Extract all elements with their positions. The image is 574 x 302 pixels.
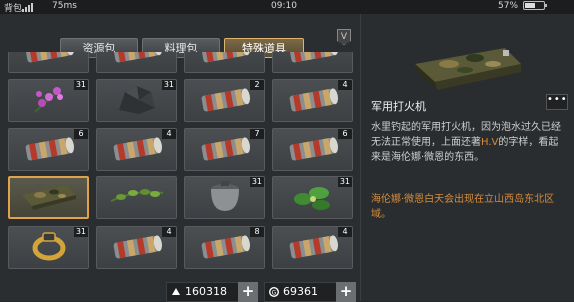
scroll-bundle-icon bbox=[198, 133, 252, 167]
status-bar: 背包 75ms 09:10 57% bbox=[0, 0, 574, 14]
app-name: 背包 bbox=[4, 4, 23, 14]
battery-icon bbox=[523, 1, 547, 10]
inventory-slot[interactable]: 2 bbox=[184, 79, 265, 122]
dark-ore-icon bbox=[115, 82, 159, 120]
inventory-slot[interactable]: 8 bbox=[184, 226, 265, 269]
item-name: 军用打火机 bbox=[371, 100, 426, 113]
item-count: 31 bbox=[337, 177, 352, 187]
team-value: 160318 bbox=[185, 285, 227, 298]
scroll-bundle-icon bbox=[286, 133, 340, 167]
item-count: 4 bbox=[162, 227, 176, 237]
military-lighter-icon bbox=[415, 48, 521, 90]
inventory-slot-selected[interactable] bbox=[8, 176, 89, 219]
inventory-slot[interactable]: 31 bbox=[272, 176, 353, 219]
add-team-resource-button[interactable]: + bbox=[238, 282, 258, 302]
team-icon bbox=[172, 288, 180, 295]
green-leaves-icon bbox=[291, 179, 335, 217]
signal-icon bbox=[22, 3, 36, 12]
item-count: 31 bbox=[73, 227, 88, 237]
scroll-bundle-icon bbox=[110, 133, 164, 167]
inventory-slot[interactable]: 4 bbox=[272, 79, 353, 122]
coin-value: 69361 bbox=[283, 285, 318, 298]
battery-percent: 57% bbox=[498, 1, 519, 11]
item-count: 31 bbox=[73, 80, 88, 90]
inventory-slot[interactable]: 6 bbox=[8, 128, 89, 171]
more-options-button[interactable]: ••• bbox=[546, 94, 568, 110]
svg-text:G: G bbox=[272, 289, 277, 296]
coin-resource: G 69361 + bbox=[264, 282, 356, 302]
inventory-slot[interactable]: 6 bbox=[272, 128, 353, 171]
inventory-slot[interactable] bbox=[8, 52, 89, 73]
item-count: 31 bbox=[161, 80, 176, 90]
item-count: 4 bbox=[338, 227, 352, 237]
inventory-slot[interactable] bbox=[96, 52, 177, 73]
pink-flower-icon bbox=[29, 82, 69, 120]
scroll-bundle-icon bbox=[22, 133, 76, 167]
filter-badge[interactable]: V bbox=[337, 29, 351, 45]
item-count: 4 bbox=[162, 129, 176, 139]
team-resource: 160318 + bbox=[166, 282, 258, 302]
scroll-bundle-icon bbox=[110, 231, 164, 265]
item-count: 6 bbox=[338, 129, 352, 139]
military-lighter-icon bbox=[20, 181, 78, 215]
inventory-slot[interactable]: 31 bbox=[8, 226, 89, 269]
desc-highlight: H.V bbox=[481, 137, 499, 148]
inventory-slot[interactable] bbox=[96, 176, 177, 219]
item-count: 4 bbox=[338, 80, 352, 90]
inventory-slot[interactable]: 31 bbox=[96, 79, 177, 122]
item-detail-panel: 军用打火机 ••• 水里钓起的军用打火机，因为泡水过久已经无法正常使用，上面还著… bbox=[360, 14, 574, 301]
inventory-slot[interactable] bbox=[184, 52, 265, 73]
scroll-bundle-icon bbox=[22, 52, 76, 69]
scroll-bundle-icon bbox=[286, 231, 340, 265]
clock: 09:10 bbox=[271, 1, 297, 11]
inventory-slot[interactable]: 31 bbox=[184, 176, 265, 219]
scroll-bundle-icon bbox=[286, 84, 340, 118]
item-location-note: 海伦娜·微恩白天会出现在立山西岛东北区域。 bbox=[371, 194, 555, 220]
inventory-slot[interactable]: 4 bbox=[96, 128, 177, 171]
item-count: 31 bbox=[249, 177, 264, 187]
scroll-bundle-icon bbox=[198, 52, 252, 69]
item-count: 6 bbox=[74, 129, 88, 139]
network-speed: 75ms bbox=[52, 1, 77, 11]
green-herb-icon bbox=[109, 183, 165, 213]
inventory-slot[interactable]: 4 bbox=[272, 226, 353, 269]
item-count: 8 bbox=[250, 227, 264, 237]
gold-ring-icon bbox=[29, 229, 69, 267]
pot-icon bbox=[205, 179, 245, 217]
scroll-bundle-icon bbox=[198, 231, 252, 265]
scroll-bundle-icon bbox=[286, 52, 340, 69]
inventory-slot[interactable]: 7 bbox=[184, 128, 265, 171]
scroll-bundle-icon bbox=[198, 84, 252, 118]
coin-icon: G bbox=[269, 287, 279, 297]
item-grid: 31 31 2 4 6 4 7 6 31 31 31 4 8 4 bbox=[8, 52, 354, 302]
item-count: 2 bbox=[250, 80, 264, 90]
item-count: 7 bbox=[250, 129, 264, 139]
item-description: 水里钓起的军用打火机，因为泡水过久已经无法正常使用，上面还著H.V的字样，看起来… bbox=[371, 120, 568, 165]
inventory-slot[interactable]: 4 bbox=[96, 226, 177, 269]
scroll-bundle-icon bbox=[110, 52, 164, 69]
inventory-slot[interactable] bbox=[272, 52, 353, 73]
inventory-panel: 资源包 料理包 特殊道具 V 31 31 2 4 6 4 7 6 31 31 31 4 8 4 16031… bbox=[0, 14, 360, 302]
inventory-slot[interactable]: 31 bbox=[8, 79, 89, 122]
add-coin-button[interactable]: + bbox=[336, 282, 356, 302]
